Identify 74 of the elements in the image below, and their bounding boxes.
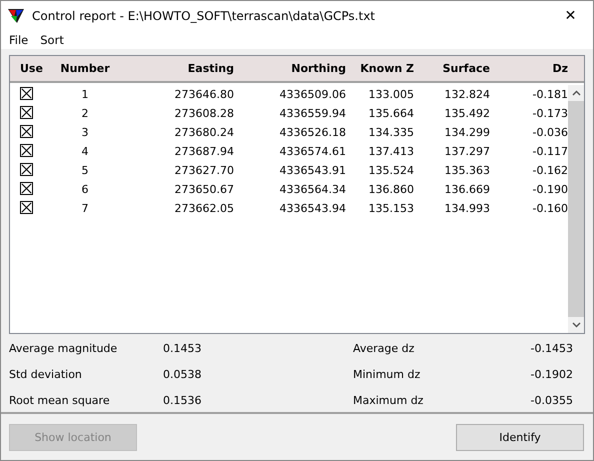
menu-item[interactable]: File	[9, 32, 28, 47]
table-cell-text: 4336559.94	[278, 107, 346, 120]
table-cell-text: 134.335	[368, 126, 414, 140]
table-cell-text: 273680.24	[174, 126, 234, 140]
stat-value: -0.1902	[530, 368, 573, 384]
table-cell-text: 4336543.94	[278, 202, 346, 216]
stat-label: Std deviation	[9, 368, 83, 384]
table-cell-text: 134.993	[444, 202, 490, 216]
stat-label: Minimum dz	[353, 368, 422, 384]
stat-label: Root mean square	[9, 394, 111, 410]
table-cell-text: 273627.70	[174, 164, 234, 178]
table-cell-text: -0.181	[532, 88, 568, 102]
table-cell-text: 4	[80, 145, 90, 158]
table-cell-text: -0.190	[532, 183, 568, 196]
app-logo-icon	[8, 8, 24, 24]
scrollbar[interactable]	[568, 85, 584, 334]
stat-value: -0.0355	[530, 394, 573, 410]
table-cell-text: 273650.67	[174, 183, 234, 196]
stat-value: 0.1453	[163, 342, 202, 358]
table-cell-text: 273687.94	[174, 145, 234, 158]
table-cell-text: -0.036	[532, 126, 568, 140]
table-cell-text: 133.005	[368, 88, 414, 102]
table-cell-text: -0.173	[532, 107, 568, 120]
identify-button[interactable]: Identify	[456, 424, 584, 451]
table-cell-text: 135.492	[444, 107, 490, 120]
table-cell-text: 4336543.91	[278, 164, 346, 178]
checkbox[interactable]	[20, 106, 33, 120]
table-cell-text: -0.160	[532, 202, 568, 216]
table-cell-text: 273646.80	[174, 88, 234, 102]
table-cell-text: 4336526.18	[278, 126, 346, 140]
column-header[interactable]: Known Z	[346, 62, 414, 76]
column-header[interactable]: Easting	[130, 62, 234, 76]
table-cell-text: 136.860	[368, 183, 414, 196]
stat-value: 0.0538	[163, 368, 202, 384]
stat-label: Average dz	[353, 342, 416, 358]
table-cell-text: -0.162	[532, 164, 568, 178]
table-cell-text: 7	[80, 202, 90, 216]
table-cell-text: 135.524	[368, 164, 414, 178]
column-header[interactable]: Dz	[490, 62, 568, 76]
stat-value: 0.1536	[163, 394, 202, 410]
window-title: Control report - E:\HOWTO_SOFT\terrascan\data\GCPs.txt	[32, 8, 376, 22]
table-cell-text: 1	[80, 88, 90, 102]
show-location-button: Show location	[9, 424, 137, 451]
checkbox[interactable]	[20, 125, 33, 138]
checkbox[interactable]	[20, 87, 33, 100]
table-cell-text: 3	[80, 126, 90, 140]
table-cell-text: 137.297	[444, 145, 490, 158]
menu-item[interactable]: Sort	[40, 32, 64, 47]
stat-label: Average magnitude	[9, 342, 118, 358]
column-header[interactable]: Northing	[234, 62, 346, 76]
checkbox[interactable]	[20, 144, 33, 158]
checkbox[interactable]	[20, 201, 33, 214]
table-cell-text: 4336564.34	[278, 183, 346, 196]
table-cell-text: -0.117	[532, 145, 568, 158]
stat-value: -0.1453	[530, 342, 573, 358]
column-header[interactable]: Surface	[414, 62, 490, 76]
table-cell-text: 4336574.61	[278, 145, 346, 158]
table-cell-text: 273662.05	[174, 202, 234, 216]
table-cell-text: 4336509.06	[278, 88, 346, 102]
table-cell-text: 5	[80, 164, 90, 178]
table-cell-text: 2	[80, 107, 90, 120]
table-cell-text: 137.413	[368, 145, 414, 158]
table-cell-text: 273608.28	[174, 107, 234, 120]
table-cell-text: 132.824	[444, 88, 490, 102]
stat-label: Maximum dz	[353, 394, 424, 410]
column-header[interactable]: Use	[20, 62, 40, 76]
table-cell-text: 135.363	[444, 164, 490, 178]
checkbox[interactable]	[20, 163, 33, 176]
checkbox[interactable]	[20, 182, 33, 196]
table-cell-text: 136.669	[444, 183, 490, 196]
table-cell-text: 134.299	[444, 126, 490, 140]
table-cell-text: 135.153	[368, 202, 414, 216]
table-cell-text: 135.664	[368, 107, 414, 120]
table-cell-text: 6	[80, 183, 90, 196]
